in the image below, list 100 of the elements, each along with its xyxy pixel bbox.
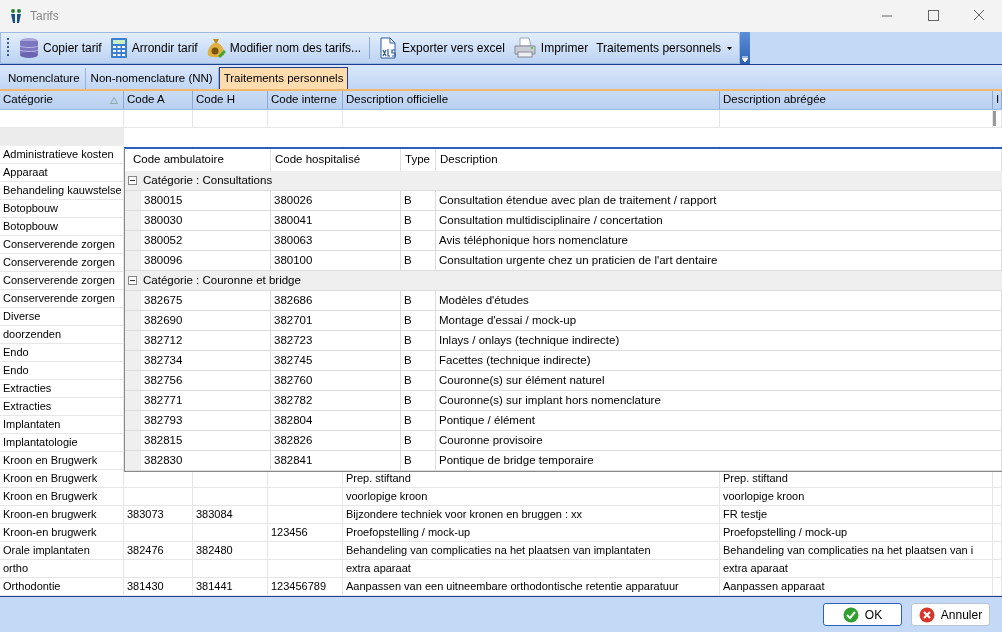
table-cell: B bbox=[401, 191, 436, 211]
table-cell: Consultation multidisciplinaire / concertation bbox=[436, 211, 1002, 231]
table-cell: 382690 bbox=[141, 311, 271, 331]
table-cell: 381441 bbox=[193, 578, 268, 595]
table-cell: Kroon en Brugwerk bbox=[0, 488, 124, 505]
table-cell: B bbox=[401, 311, 436, 331]
table-cell: ortho bbox=[0, 560, 124, 577]
table-cell: Behandeling van complicaties na het plaatsen van i bbox=[720, 542, 993, 559]
table-cell: extra aparaat bbox=[720, 560, 993, 577]
table-cell: Avis téléphonique hors nomenclature bbox=[436, 231, 1002, 251]
table-cell: 380063 bbox=[271, 231, 401, 251]
table-cell: 382701 bbox=[271, 311, 401, 331]
column-header[interactable]: Code A bbox=[124, 91, 193, 109]
excel-file-icon bbox=[378, 37, 399, 59]
cancel-button[interactable]: Annuler bbox=[911, 603, 990, 626]
table-cell: Orthodontie bbox=[0, 578, 124, 595]
calculator-icon bbox=[109, 37, 128, 59]
cancel-icon bbox=[918, 606, 935, 623]
table-cell: B bbox=[401, 411, 436, 431]
table-cell: 382760 bbox=[271, 371, 401, 391]
collapse-icon[interactable] bbox=[128, 276, 137, 285]
column-header[interactable]: Catégorie bbox=[0, 91, 124, 109]
column-header[interactable]: Code H bbox=[193, 91, 268, 109]
empty-table-cell[interactable] bbox=[993, 110, 1002, 127]
table-cell: 382480 bbox=[193, 542, 268, 559]
column-header[interactable]: I bbox=[993, 91, 1002, 109]
collapse-icon[interactable] bbox=[128, 176, 137, 185]
chevron-down-icon bbox=[742, 56, 749, 62]
toolbar-button[interactable]: Exporter vers excel bbox=[375, 35, 508, 61]
table-cell: Facettes (technique indirecte) bbox=[436, 351, 1002, 371]
table-cell: Aanpassen apparaat bbox=[720, 578, 993, 595]
table-cell: 382841 bbox=[271, 451, 401, 471]
table-cell: Aanpassen van een uitneembare orthodontische retentie apparatuur bbox=[343, 578, 720, 595]
table-cell: B bbox=[401, 291, 436, 311]
table-cell: B bbox=[401, 371, 436, 391]
table-cell: 382712 bbox=[141, 331, 271, 351]
column-header[interactable]: Description abrégée bbox=[720, 91, 993, 109]
table-cell: 382815 bbox=[141, 431, 271, 451]
window-title: Tarifs bbox=[30, 8, 59, 25]
table-cell: 382782 bbox=[271, 391, 401, 411]
table-cell: B bbox=[401, 331, 436, 351]
table-cell: B bbox=[401, 391, 436, 411]
toolbar-button[interactable]: Imprimer bbox=[509, 35, 592, 61]
table-cell: 382686 bbox=[271, 291, 401, 311]
table-cell: 123456789 bbox=[268, 578, 343, 595]
table-cell: voorlopige kroon bbox=[343, 488, 720, 505]
column-header[interactable]: Code interne bbox=[268, 91, 343, 109]
table-cell: Pontique / élément bbox=[436, 411, 1002, 431]
table-cell: Montage d'essai / mock-up bbox=[436, 311, 1002, 331]
table-cell: 380052 bbox=[141, 231, 271, 251]
table-cell: Behandeling van complicaties na het plaatsen van implantaten bbox=[343, 542, 720, 559]
table-cell: 382476 bbox=[124, 542, 193, 559]
database-icon bbox=[19, 37, 39, 59]
caret-down-icon bbox=[727, 46, 733, 50]
toolbar-overflow-button[interactable] bbox=[740, 32, 751, 64]
table-cell: B bbox=[401, 211, 436, 231]
table-cell: B bbox=[401, 351, 436, 371]
table-cell: Kroon-en brugwerk bbox=[0, 506, 124, 523]
table-cell: Kroon-en brugwerk bbox=[0, 524, 124, 541]
toolbar-dropdown-button[interactable]: Traitements personnels bbox=[593, 35, 736, 61]
table-cell: FR testje bbox=[720, 506, 993, 523]
check-icon bbox=[842, 606, 859, 623]
table-cell: extra aparaat bbox=[343, 560, 720, 577]
table-cell: voorlopige kroon bbox=[720, 488, 993, 505]
table-cell: 380015 bbox=[141, 191, 271, 211]
table-cell: B bbox=[401, 231, 436, 251]
table-cell: B bbox=[401, 431, 436, 451]
grip-icon bbox=[7, 37, 10, 59]
table-cell: Proefopstelling / mock-up bbox=[343, 524, 720, 541]
table-cell: Couronne provisoire bbox=[436, 431, 1002, 451]
tab[interactable]: Traitements personnels bbox=[218, 67, 349, 89]
table-cell: 382675 bbox=[141, 291, 271, 311]
table-cell: 380030 bbox=[141, 211, 271, 231]
column-header[interactable]: Description officielle bbox=[343, 91, 720, 109]
table-cell: 123456 bbox=[268, 524, 343, 541]
app-logo-icon bbox=[10, 9, 22, 23]
toolbar-button[interactable]: Arrondir tarif bbox=[106, 35, 201, 61]
table-cell: 382793 bbox=[141, 411, 271, 431]
table-cell: 381430 bbox=[124, 578, 193, 595]
table-cell: 380026 bbox=[271, 191, 401, 211]
table-cell: Couronne(s) sur implant hors nomenclature bbox=[436, 391, 1002, 411]
table-cell: Pontique de bridge temporaire bbox=[436, 451, 1002, 471]
money-bag-icon bbox=[205, 37, 226, 59]
table-cell: Proefopstelling / mock-up bbox=[720, 524, 993, 541]
table-cell: 382723 bbox=[271, 331, 401, 351]
table-cell: Orale implantaten bbox=[0, 542, 124, 559]
scrollbar-thumb[interactable] bbox=[993, 111, 996, 126]
table-cell: Modèles d'études bbox=[436, 291, 1002, 311]
table-cell: 383073 bbox=[124, 506, 193, 523]
table-cell: Consultation étendue avec plan de traitement / rapport bbox=[436, 191, 1002, 211]
table-cell: 383084 bbox=[193, 506, 268, 523]
toolbar-button[interactable]: Modifier nom des tarifs... bbox=[202, 35, 365, 61]
table-cell: 382734 bbox=[141, 351, 271, 371]
toolbar-button[interactable]: Copier tarif bbox=[16, 35, 105, 61]
table-cell: 380041 bbox=[271, 211, 401, 231]
table-cell: B bbox=[401, 451, 436, 471]
table-cell: 382804 bbox=[271, 411, 401, 431]
ok-button[interactable]: OK bbox=[823, 603, 902, 626]
table-cell: Bijzondere techniek voor kronen en bruggen : xx bbox=[343, 506, 720, 523]
table-cell: 382745 bbox=[271, 351, 401, 371]
